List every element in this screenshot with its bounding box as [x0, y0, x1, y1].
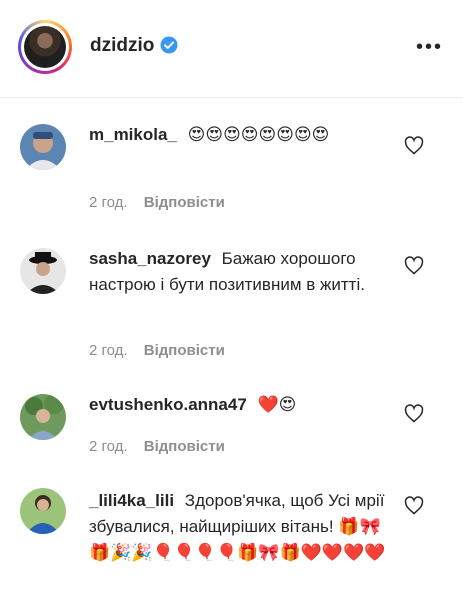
- comment-time: 2 год.: [89, 194, 128, 211]
- like-heart-icon[interactable]: [404, 496, 426, 518]
- comment-username[interactable]: sasha_nazorey: [89, 249, 211, 268]
- like-heart-icon[interactable]: [404, 136, 426, 158]
- comment-username[interactable]: _lili4ka_lili: [89, 491, 174, 510]
- comment-body: m_mikola_ 😍😍😍😍😍😍😍😍: [89, 122, 389, 148]
- comment-username[interactable]: m_mikola_: [89, 125, 177, 144]
- like-heart-icon[interactable]: [404, 256, 426, 278]
- profile-username[interactable]: dzidzio: [90, 35, 154, 57]
- post-header: dzidzio •••: [0, 0, 463, 98]
- comment-avatar[interactable]: [20, 394, 66, 440]
- comment-avatar[interactable]: [20, 488, 66, 534]
- comment-body: evtushenko.anna47 ❤️😍: [89, 392, 389, 418]
- reply-button[interactable]: Відповісти: [144, 342, 225, 359]
- comment-body: sasha_nazorey Бажаю хорошого настрою і б…: [89, 246, 389, 298]
- profile-avatar[interactable]: [18, 20, 72, 74]
- comment-avatar[interactable]: [20, 124, 66, 170]
- reply-button[interactable]: Відповісти: [144, 194, 225, 211]
- comment-text: 😍😍😍😍😍😍😍😍: [187, 125, 330, 145]
- comment-body: _lili4ka_lili Здоров'ячка, щоб Усі мрії …: [89, 488, 389, 566]
- comment-meta: 2 год. Відповісти: [89, 342, 225, 359]
- reply-button[interactable]: Відповісти: [144, 438, 225, 455]
- comment-avatar[interactable]: [20, 248, 66, 294]
- comment-time: 2 год.: [89, 342, 128, 359]
- comment-text: ❤️😍: [257, 395, 297, 415]
- more-options-button[interactable]: •••: [416, 36, 443, 59]
- comment-username[interactable]: evtushenko.anna47: [89, 395, 247, 414]
- comment-time: 2 год.: [89, 438, 128, 455]
- verified-badge-icon: [160, 36, 178, 59]
- like-heart-icon[interactable]: [404, 404, 426, 426]
- comment-meta: 2 год. Відповісти: [89, 438, 225, 455]
- comment-meta: 2 год. Відповісти: [89, 194, 225, 211]
